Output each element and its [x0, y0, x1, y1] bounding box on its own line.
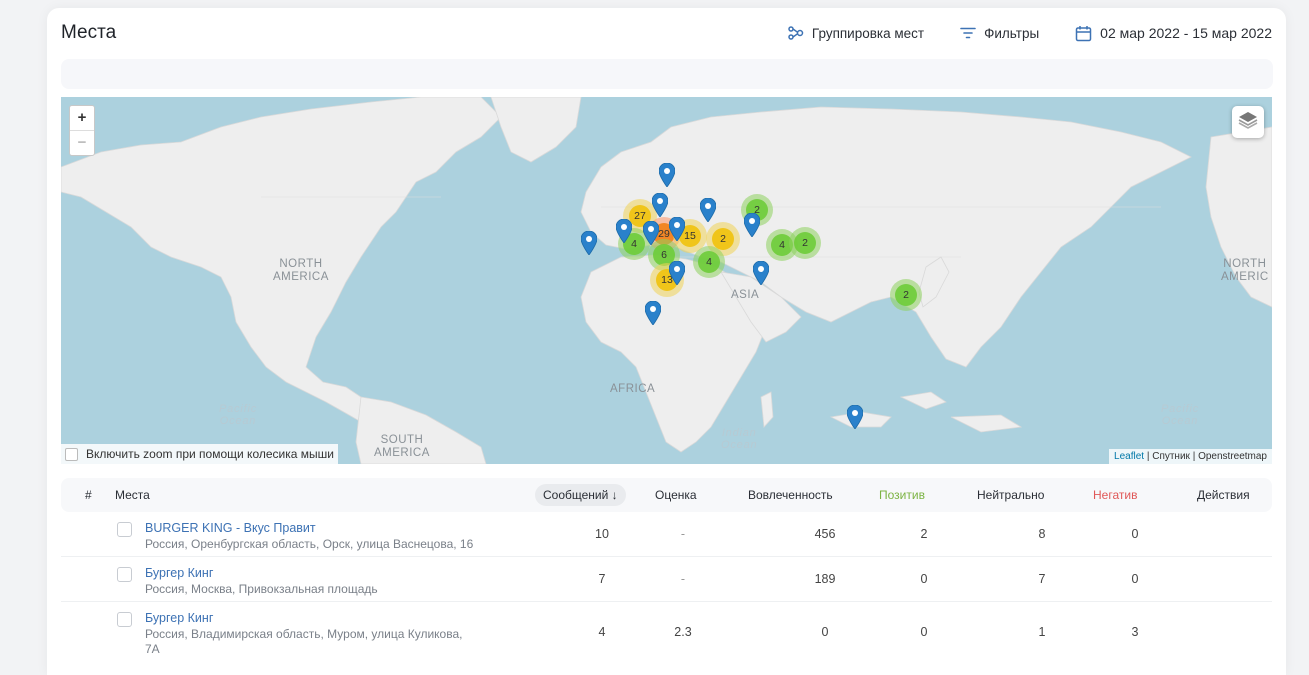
- table-row[interactable]: Бургер Кинг Россия, Владимирская область…: [61, 602, 1272, 662]
- label-indian-ocean: Indian Ocean: [721, 427, 758, 451]
- map-marker-icon[interactable]: [652, 193, 668, 217]
- messages-count: 7: [598, 572, 606, 586]
- label-africa: AFRICA: [610, 383, 656, 395]
- col-negative: Негатив: [1093, 488, 1138, 502]
- filters-button[interactable]: Фильтры: [960, 26, 1039, 41]
- col-neutral: Нейтрально: [977, 488, 1045, 502]
- col-actions: Действия: [1197, 488, 1250, 502]
- neutral-count: 7: [1038, 572, 1046, 586]
- map-marker-icon[interactable]: [847, 405, 863, 429]
- header-actions: Группировка мест Фильтры 02 мар 2022 - 1…: [788, 25, 1272, 42]
- label-south-america: SOUTH AMERICA: [374, 434, 430, 459]
- layers-button[interactable]: [1232, 106, 1264, 138]
- negative-count: 0: [1131, 572, 1139, 586]
- col-engagement: Вовлеченность: [748, 488, 833, 502]
- row-checkbox[interactable]: [117, 567, 132, 582]
- grouping-label: Группировка мест: [811, 25, 925, 41]
- map-marker-icon[interactable]: [581, 231, 597, 255]
- zoom-in-button[interactable]: +: [70, 106, 94, 130]
- col-positive: Позитив: [879, 488, 925, 502]
- map-marker-icon[interactable]: [616, 219, 632, 243]
- engagement-value: 456: [814, 527, 836, 541]
- grouping-icon: [788, 26, 804, 40]
- sort-messages-pill[interactable]: Сообщений ↓: [535, 484, 626, 506]
- map-cluster[interactable]: 4: [693, 246, 725, 278]
- place-name-link[interactable]: Бургер Кинг: [145, 566, 213, 580]
- map-marker-icon[interactable]: [659, 163, 675, 187]
- label-north-america-right: NORTH AMERIC: [1221, 258, 1269, 283]
- map-marker-icon[interactable]: [645, 301, 661, 325]
- label-pacific-right: Pacific Ocean: [1161, 403, 1199, 427]
- place-address: Россия, Москва, Привокзальная площадь: [145, 582, 378, 596]
- table-row[interactable]: BURGER KING - Вкус Правит Россия, Оренбу…: [61, 512, 1272, 557]
- map-marker-icon[interactable]: [700, 198, 716, 222]
- leaflet-link[interactable]: Leaflet: [1114, 451, 1144, 462]
- places-card: Места Группировка мест Фильтры 02 мар 20…: [47, 8, 1286, 675]
- mouse-zoom-toggle[interactable]: Включить zoom при помощи колесика мыши: [61, 444, 338, 464]
- map-attribution: Leaflet | Спутник | Openstreetmap: [1109, 449, 1272, 464]
- map-marker-icon[interactable]: [669, 217, 685, 241]
- col-places: Места: [115, 488, 150, 502]
- engagement-value: 0: [821, 625, 829, 639]
- mouse-zoom-label: Включить zoom при помощи колесика мыши: [86, 447, 334, 461]
- engagement-value: 189: [814, 572, 836, 586]
- col-messages[interactable]: Сообщений ↓: [535, 478, 626, 512]
- map-cluster[interactable]: 2: [789, 227, 821, 259]
- row-checkbox[interactable]: [117, 612, 132, 627]
- col-rating: Оценка: [655, 488, 697, 502]
- neutral-count: 8: [1038, 527, 1046, 541]
- layers-icon: [1237, 110, 1259, 135]
- positive-count: 0: [920, 625, 928, 639]
- col-index: #: [85, 488, 92, 502]
- place-name-link[interactable]: Бургер Кинг: [145, 611, 213, 625]
- places-table: # Места Сообщений ↓ Оценка Вовлеченность…: [61, 478, 1272, 662]
- rating-value: 2.3: [674, 625, 692, 639]
- map-marker-icon[interactable]: [643, 221, 659, 245]
- zoom-control: + −: [69, 105, 95, 156]
- negative-count: 0: [1131, 527, 1139, 541]
- neutral-count: 1: [1038, 625, 1046, 639]
- label-pacific-left: Pacific Ocean: [219, 403, 257, 427]
- search-bar[interactable]: [61, 59, 1273, 89]
- filters-label: Фильтры: [984, 25, 1040, 41]
- grouping-button[interactable]: Группировка мест: [788, 26, 924, 41]
- place-address: Россия, Владимирская область, Муром, ули…: [145, 627, 463, 656]
- positive-count: 2: [920, 527, 928, 541]
- zoom-out-button[interactable]: −: [70, 130, 94, 155]
- filter-icon: [960, 27, 976, 39]
- map-cluster[interactable]: 2: [890, 279, 922, 311]
- map-marker-icon[interactable]: [669, 261, 685, 285]
- attribution-text: | Спутник | Openstreetmap: [1144, 451, 1267, 462]
- mouse-zoom-checkbox[interactable]: [65, 447, 78, 461]
- header: Места Группировка мест Фильтры 02 мар 20…: [61, 20, 1272, 46]
- rating-value: -: [680, 527, 686, 541]
- calendar-icon: [1075, 25, 1092, 42]
- negative-count: 3: [1131, 625, 1139, 639]
- label-asia: ASIA: [731, 289, 760, 301]
- map-marker-icon[interactable]: [753, 261, 769, 285]
- messages-count: 4: [598, 625, 606, 639]
- page-title: Места: [61, 22, 117, 43]
- date-range-picker[interactable]: 02 мар 2022 - 15 мар 2022: [1075, 25, 1272, 42]
- map[interactable]: + − NORTH AMERICA ASIA AFRICA SOUTH AMER…: [61, 97, 1272, 464]
- positive-count: 0: [920, 572, 928, 586]
- row-checkbox[interactable]: [117, 522, 132, 537]
- rating-value: -: [680, 572, 686, 586]
- place-name-link[interactable]: BURGER KING - Вкус Правит: [145, 521, 316, 535]
- label-north-america: NORTH AMERICA: [273, 258, 329, 283]
- table-header: # Места Сообщений ↓ Оценка Вовлеченность…: [61, 478, 1272, 512]
- place-address: Россия, Оренбургская область, Орск, улиц…: [145, 537, 474, 551]
- date-range-label: 02 мар 2022 - 15 мар 2022: [1100, 25, 1272, 41]
- messages-count: 10: [595, 527, 609, 541]
- table-row[interactable]: Бургер Кинг Россия, Москва, Привокзальна…: [61, 557, 1272, 602]
- map-marker-icon[interactable]: [744, 213, 760, 237]
